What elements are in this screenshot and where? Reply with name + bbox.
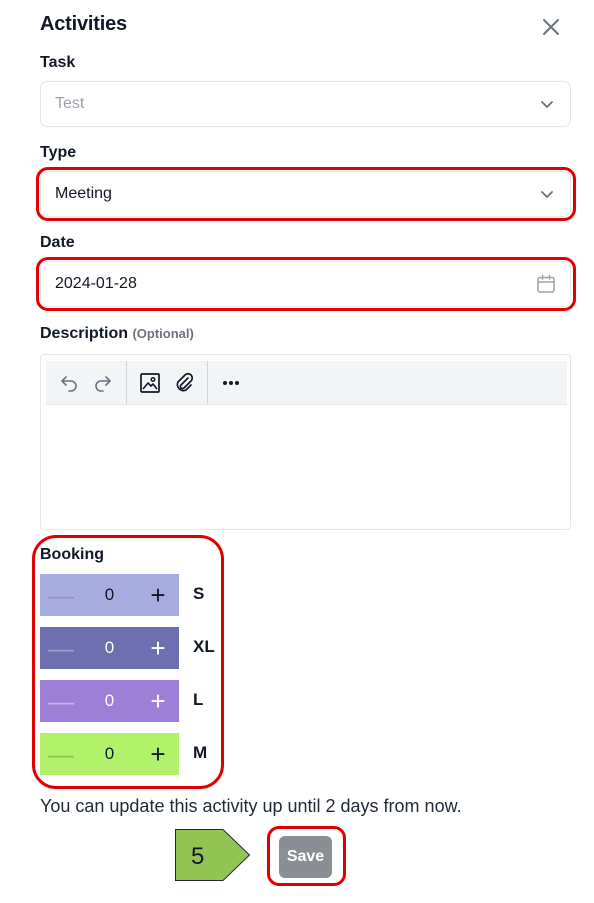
date-value: 2024-01-28	[55, 275, 137, 292]
increment-button[interactable]: +	[137, 733, 179, 775]
calendar-icon[interactable]	[536, 274, 556, 294]
undo-icon[interactable]	[52, 366, 86, 400]
quantity-stepper-l: — 0 +	[40, 680, 179, 722]
type-label: Type	[40, 144, 77, 161]
task-label: Task	[40, 54, 76, 71]
insert-group	[127, 361, 208, 404]
redo-icon[interactable]	[86, 366, 120, 400]
description-label: Description (Optional)	[40, 325, 194, 343]
increment-button[interactable]: +	[137, 680, 179, 722]
paperclip-icon[interactable]	[167, 366, 201, 400]
size-label-m: M	[193, 743, 208, 762]
size-label-xl: XL	[193, 637, 215, 656]
quantity-stepper-s: — 0 +	[40, 574, 179, 616]
optional-tag: (Optional)	[132, 326, 194, 341]
quantity-stepper-m: — 0 +	[40, 733, 179, 775]
panel-title: Activities	[40, 13, 127, 35]
decrement-button[interactable]: —	[40, 733, 82, 775]
editor-toolbar	[46, 361, 567, 405]
quantity-stepper-xl: — 0 +	[40, 627, 179, 669]
step-number: 5	[191, 843, 204, 870]
history-group	[46, 361, 127, 404]
chevron-down-icon	[541, 191, 553, 198]
more-icon[interactable]	[214, 366, 248, 400]
stepper-value[interactable]: 0	[82, 691, 137, 711]
size-label-s: S	[193, 584, 205, 603]
stepper-value[interactable]: 0	[82, 585, 137, 605]
type-select[interactable]: Meeting	[40, 171, 571, 217]
booking-label: Booking	[40, 546, 104, 563]
image-icon[interactable]	[133, 366, 167, 400]
update-note: You can update this activity up until 2 …	[40, 796, 462, 816]
description-editor[interactable]	[40, 354, 571, 530]
close-icon[interactable]	[540, 16, 562, 38]
type-value: Meeting	[55, 185, 112, 202]
decrement-button[interactable]: —	[40, 680, 82, 722]
increment-button[interactable]: +	[137, 574, 179, 616]
step-marker-arrow: 5	[175, 829, 251, 881]
date-input[interactable]: 2024-01-28	[40, 261, 571, 307]
description-label-text: Description	[40, 325, 129, 342]
editor-content-area[interactable]	[46, 407, 565, 524]
task-value: Test	[55, 95, 85, 112]
decrement-button[interactable]: —	[40, 627, 82, 669]
decrement-button[interactable]: —	[40, 574, 82, 616]
more-group	[208, 361, 254, 404]
size-label-l: L	[193, 690, 204, 709]
stepper-value[interactable]: 0	[82, 744, 137, 764]
date-label: Date	[40, 234, 75, 251]
save-button[interactable]: Save	[279, 836, 332, 878]
chevron-down-icon	[541, 101, 553, 108]
increment-button[interactable]: +	[137, 627, 179, 669]
task-select[interactable]: Test	[40, 81, 571, 127]
stepper-value[interactable]: 0	[82, 638, 137, 658]
